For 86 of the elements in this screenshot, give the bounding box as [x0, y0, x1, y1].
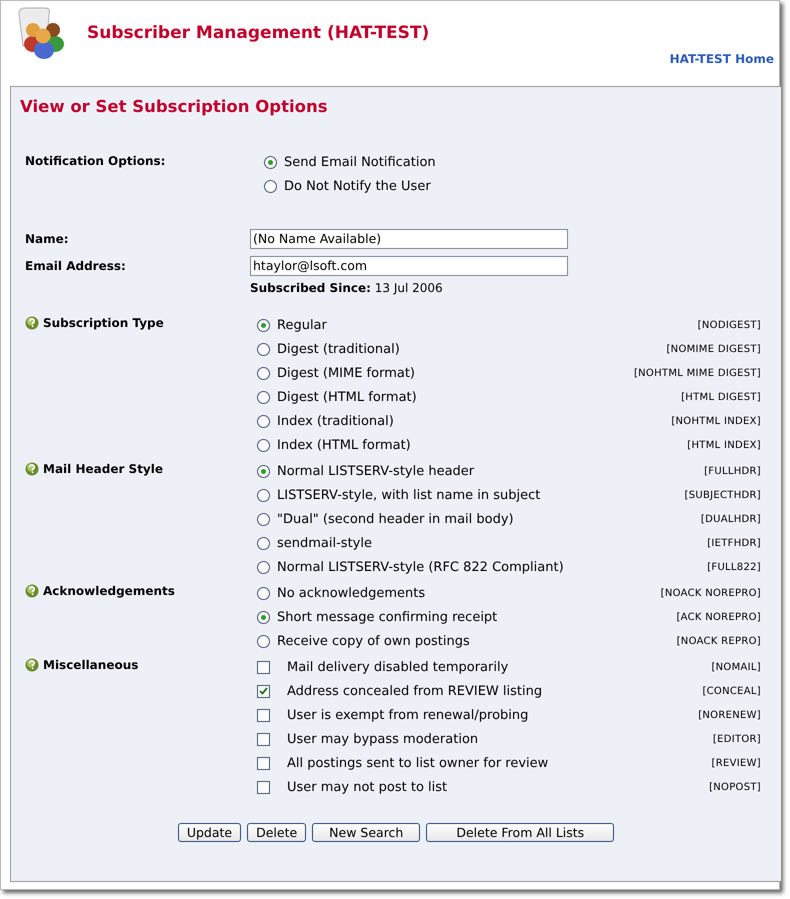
option-label: Digest (MIME format): [277, 366, 416, 380]
radio-button[interactable]: [264, 180, 277, 193]
option-label: "Dual" (second header in mail body): [277, 512, 514, 526]
help-icon: [25, 584, 39, 598]
radio-button[interactable]: [257, 366, 270, 380]
option-label: User may not post to list: [287, 780, 448, 794]
radio-button[interactable]: [264, 156, 277, 169]
keyword-code: [IETFHDR]: [707, 538, 761, 548]
keyword-code: [HTML DIGEST]: [681, 392, 761, 402]
keyword-code: [NOMAIL]: [711, 662, 761, 672]
checkbox[interactable]: [257, 780, 270, 794]
field-label: Name:: [25, 232, 70, 246]
option-label: Normal LISTSERV-style (RFC 822 Compliant): [277, 560, 564, 574]
action-button[interactable]: Delete From All Lists: [426, 823, 614, 842]
radio-button[interactable]: [257, 610, 270, 624]
keyword-code: [NOACK REPRO]: [676, 636, 761, 646]
option-label: sendmail-style: [277, 536, 372, 550]
keyword-code: [NOHTML MIME DIGEST]: [634, 368, 761, 378]
keyword-code: [NOMIME DIGEST]: [666, 344, 761, 354]
home-link[interactable]: HAT-TEST Home: [670, 52, 774, 66]
keyword-code: [ACK NOREPRO]: [676, 612, 761, 622]
radio-button[interactable]: [257, 512, 270, 526]
input-field[interactable]: (No Name Available): [250, 228, 568, 248]
keyword-code: [REVIEW]: [712, 758, 761, 768]
keyword-code: [HTML INDEX]: [687, 440, 761, 450]
field-label: Notification Options:: [25, 154, 166, 170]
section-title: View or Set Subscription Options: [20, 97, 329, 118]
radio-button[interactable]: [257, 390, 270, 404]
option-label: Send Email Notification: [284, 155, 436, 170]
help-icon: [25, 658, 39, 672]
option-label: Digest (HTML format): [277, 390, 417, 404]
input-field[interactable]: htaylor@lsoft.com: [250, 256, 568, 276]
option-label: All postings sent to list owner for review: [287, 756, 548, 770]
radio-button[interactable]: [257, 464, 270, 478]
keyword-code: [NOPOST]: [709, 782, 761, 792]
keyword-code: [NORENEW]: [698, 710, 761, 720]
radio-button[interactable]: [257, 342, 270, 356]
option-label: Short message confirming receipt: [277, 610, 498, 624]
checkbox[interactable]: [257, 684, 270, 698]
help-icon: [25, 316, 39, 330]
keyword-code: [DUALHDR]: [700, 514, 761, 524]
help-icon: [25, 462, 39, 476]
radio-button[interactable]: [257, 536, 270, 550]
keyword-code: [NOHTML INDEX]: [671, 416, 761, 426]
group-label-text: Miscellaneous: [43, 658, 138, 672]
page-title: Subscriber Management (HAT-TEST): [87, 23, 430, 43]
group-label-text: Acknowledgements: [43, 584, 175, 598]
radio-button[interactable]: [257, 414, 270, 428]
group-label-text: Mail Header Style: [43, 462, 163, 476]
option-label: Receive copy of own postings: [277, 634, 470, 648]
keyword-code: [FULL822]: [707, 562, 761, 572]
option-label: Address concealed from REVIEW listing: [287, 684, 542, 698]
radio-button[interactable]: [257, 318, 270, 332]
option-label: Do Not Notify the User: [284, 179, 431, 194]
group-label-text: Subscription Type: [43, 316, 164, 330]
radio-button[interactable]: [257, 634, 270, 648]
checkbox[interactable]: [257, 732, 270, 746]
option-label: Normal LISTSERV-style header: [277, 464, 474, 478]
option-label: Regular: [277, 318, 327, 332]
checkbox[interactable]: [257, 756, 270, 770]
option-label: User is exempt from renewal/probing: [287, 708, 528, 722]
keyword-code: [EDITOR]: [712, 734, 761, 744]
keyword-code: [NODIGEST]: [698, 320, 761, 330]
action-button[interactable]: Delete: [247, 823, 306, 842]
radio-button[interactable]: [257, 586, 270, 600]
option-label: Digest (traditional): [277, 342, 400, 356]
option-label: Mail delivery disabled temporarily: [287, 660, 508, 674]
keyword-code: [CONCEAL]: [702, 686, 761, 696]
keyword-code: [SUBJECTHDR]: [684, 490, 761, 500]
keyword-code: [NOACK NOREPRO]: [660, 588, 761, 598]
radio-button[interactable]: [257, 488, 270, 502]
checkbox[interactable]: [257, 660, 270, 674]
option-label: Index (traditional): [277, 414, 394, 428]
keyword-code: [FULLHDR]: [704, 466, 761, 476]
option-label: User may bypass moderation: [287, 732, 478, 746]
checkmark-icon: [259, 687, 268, 695]
option-label: No acknowledgements: [277, 586, 426, 600]
action-button[interactable]: Update: [178, 823, 242, 842]
checkbox[interactable]: [257, 708, 270, 722]
subscribed-since-text: Subscribed Since: 13 Jul 2006: [250, 281, 444, 295]
action-button[interactable]: New Search: [312, 823, 420, 842]
radio-button[interactable]: [257, 438, 270, 452]
radio-button[interactable]: [257, 560, 270, 574]
option-label: LISTSERV-style, with list name in subject: [277, 488, 540, 502]
field-label: Email Address:: [25, 258, 127, 272]
option-label: Index (HTML format): [277, 438, 411, 452]
